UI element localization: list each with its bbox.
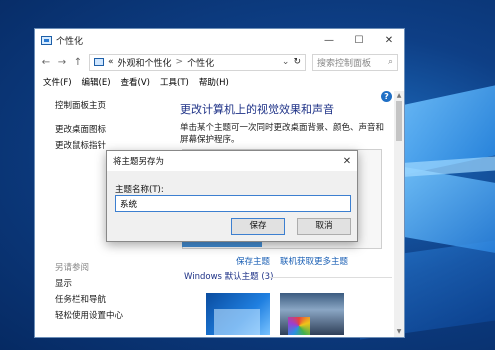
scrollbar-thumb[interactable]	[396, 101, 402, 141]
section-divider	[270, 277, 392, 278]
window-titlebar[interactable]: 个性化 — ☐ ✕	[35, 29, 404, 51]
theme-name-label: 主题名称(T):	[115, 185, 164, 195]
dialog-body: 主题名称(T): 保存 取消	[107, 171, 357, 241]
control-panel-icon	[94, 58, 104, 66]
ease-of-access-link[interactable]: 轻松使用设置中心	[55, 309, 123, 321]
theme-name-input[interactable]	[115, 195, 351, 212]
get-more-themes-link[interactable]: 联机获取更多主题	[280, 255, 348, 267]
menu-view[interactable]: 查看(V)	[121, 76, 150, 88]
search-icon: ⌕	[387, 57, 393, 67]
theme-thumbnail-windows[interactable]	[206, 293, 270, 335]
see-also-heading: 另请参阅	[55, 263, 90, 273]
address-bar: ← → ↑ « 外观和个性化 > 个性化 ⌄ ↻ 搜索控制面板 ⌕	[35, 51, 404, 73]
refresh-icon[interactable]: ↻	[293, 57, 301, 67]
minimize-button[interactable]: —	[314, 29, 344, 51]
taskbar-navigation-link[interactable]: 任务栏和导航	[55, 293, 106, 305]
theme-thumbnail-color-wheel	[288, 317, 310, 335]
breadcrumb-separator: >	[175, 57, 184, 67]
menu-file[interactable]: 文件(F)	[43, 76, 72, 88]
breadcrumb-overflow[interactable]: «	[108, 57, 114, 67]
save-button[interactable]: 保存	[231, 218, 285, 235]
page-description: 单击某个主题可一次同时更改桌面背景、颜色、声音和屏幕保护程序。	[180, 123, 385, 145]
close-button[interactable]: ✕	[374, 29, 404, 51]
save-theme-link[interactable]: 保存主题	[236, 255, 270, 267]
search-input[interactable]: 搜索控制面板 ⌕	[312, 53, 398, 71]
control-panel-home-link[interactable]: 控制面板主页	[55, 99, 106, 111]
control-panel-icon	[41, 35, 52, 45]
vertical-scrollbar[interactable]: ▲ ▼	[394, 91, 404, 337]
dialog-close-button[interactable]: ✕	[337, 156, 357, 167]
breadcrumb[interactable]: « 外观和个性化 > 个性化 ⌄ ↻	[89, 53, 306, 71]
search-placeholder: 搜索控制面板	[317, 58, 372, 69]
scroll-down-icon[interactable]: ▼	[394, 327, 404, 337]
windows-default-themes-heading: Windows 默认主题 (3)	[184, 272, 274, 282]
display-link[interactable]: 显示	[55, 277, 72, 289]
page-title: 更改计算机上的视觉效果和声音	[180, 103, 334, 116]
cancel-button[interactable]: 取消	[297, 218, 351, 235]
breadcrumb-item-appearance[interactable]: 外观和个性化	[118, 56, 172, 69]
desktop-windows-logo-pane	[405, 167, 495, 253]
change-mouse-pointer-link[interactable]: 更改鼠标指针	[55, 139, 106, 151]
up-button[interactable]: ↑	[73, 57, 83, 68]
menu-bar: 文件(F) 编辑(E) 查看(V) 工具(T) 帮助(H)	[35, 73, 404, 91]
change-desktop-icons-link[interactable]: 更改桌面图标	[55, 123, 106, 135]
chevron-down-icon[interactable]: ⌄	[282, 57, 290, 67]
window-title: 个性化	[56, 36, 84, 47]
dialog-titlebar[interactable]: 将主题另存为 ✕	[107, 151, 357, 171]
forward-button[interactable]: →	[57, 57, 67, 68]
menu-edit[interactable]: 编辑(E)	[82, 76, 111, 88]
maximize-button[interactable]: ☐	[344, 29, 374, 51]
save-theme-dialog: 将主题另存为 ✕ 主题名称(T): 保存 取消	[106, 150, 358, 242]
breadcrumb-item-personalization[interactable]: 个性化	[187, 56, 214, 69]
back-button[interactable]: ←	[41, 57, 51, 68]
help-icon[interactable]: ?	[381, 91, 392, 102]
scroll-up-icon[interactable]: ▲	[394, 91, 404, 101]
dialog-title: 将主题另存为	[113, 157, 165, 167]
menu-tools[interactable]: 工具(T)	[160, 76, 189, 88]
menu-help[interactable]: 帮助(H)	[199, 76, 229, 88]
